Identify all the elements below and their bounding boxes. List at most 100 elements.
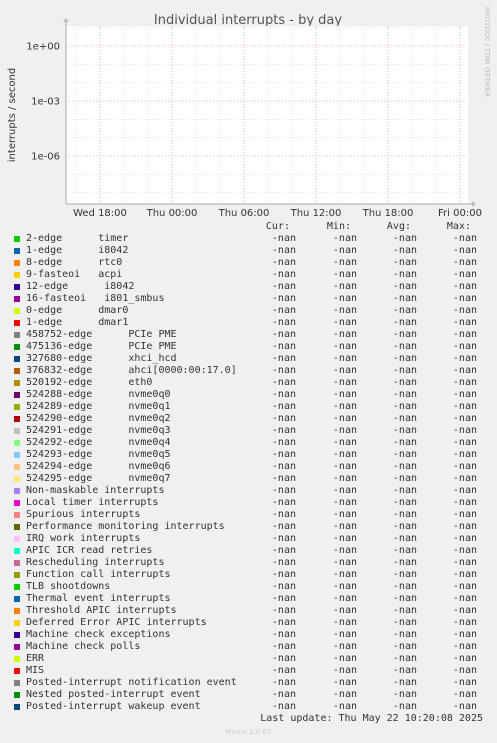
legend-swatch — [14, 548, 20, 554]
legend-row: Nested posted-interrupt event -nan -nan -na… — [0, 689, 497, 701]
x-tick-label: Thu 00:00 — [146, 208, 198, 219]
legend-series-name: 524293-edge nvme0q5 — [26, 449, 171, 460]
legend-row: Thermal event interrupts -nan -nan -nan -nan — [0, 593, 497, 605]
legend-row: TLB shootdowns -nan -nan -nan -nan — [0, 581, 497, 593]
legend-cur-value: -nan — [271, 701, 296, 712]
legend-min-value: -nan — [332, 653, 357, 664]
legend-cur-value: -nan — [271, 461, 296, 472]
legend-min-value: -nan — [332, 677, 357, 688]
legend-cur-value: -nan — [271, 509, 296, 520]
legend-max-value: -nan — [452, 353, 477, 364]
legend-max-value: -nan — [452, 449, 477, 460]
legend-series-name: Local timer interrupts — [26, 497, 159, 508]
legend-avg-value: -nan — [392, 677, 417, 688]
legend-swatch — [14, 428, 20, 434]
legend-max-value: -nan — [452, 329, 477, 340]
legend-series-name: 524295-edge nvme0q7 — [26, 473, 171, 484]
legend-max-value: -nan — [452, 461, 477, 472]
legend-cur-value: -nan — [271, 497, 296, 508]
y-tick-label: 1e-06 — [31, 152, 60, 163]
legend-max-value: -nan — [452, 305, 477, 316]
legend-min-value: -nan — [332, 449, 357, 460]
x-tick-label: Fri 00:00 — [438, 208, 482, 219]
header-cur: Cur: — [265, 221, 290, 232]
legend-max-value: -nan — [452, 653, 477, 664]
legend-swatch — [14, 680, 20, 686]
legend-max-value: -nan — [452, 629, 477, 640]
legend-series-name: Function call interrupts — [26, 569, 171, 580]
legend-series-name: 524289-edge nvme0q1 — [26, 401, 171, 412]
legend-max-value: -nan — [452, 233, 477, 244]
legend-row: 376832-edge ahci[0000:00:17.0] -nan -nan -n… — [0, 365, 497, 377]
legend-min-value: -nan — [332, 605, 357, 616]
legend-row: Non-maskable interrupts -nan -nan -nan -nan — [0, 485, 497, 497]
header-max: Max: — [446, 221, 471, 232]
legend-min-value: -nan — [332, 401, 357, 412]
legend-series-name: 520192-edge eth0 — [26, 377, 153, 388]
legend-avg-value: -nan — [392, 701, 417, 712]
legend-max-value: -nan — [452, 473, 477, 484]
legend-min-value: -nan — [332, 641, 357, 652]
x-tick-label: Thu 18:00 — [362, 208, 414, 219]
legend-max-value: -nan — [452, 509, 477, 520]
legend-cur-value: -nan — [271, 533, 296, 544]
legend-min-value: -nan — [332, 257, 357, 268]
legend-swatch — [14, 380, 20, 386]
legend-cur-value: -nan — [271, 377, 296, 388]
legend-max-value: -nan — [452, 377, 477, 388]
legend-swatch — [14, 476, 20, 482]
legend-series-name: 524288-edge nvme0q0 — [26, 389, 171, 400]
legend-row: Performance monitoring interrupts -nan -na… — [0, 521, 497, 533]
legend-row: 327680-edge xhci_hcd -nan -nan -nan -nan — [0, 353, 497, 365]
legend-cur-value: -nan — [271, 665, 296, 676]
legend-swatch — [14, 356, 20, 362]
legend-avg-value: -nan — [392, 545, 417, 556]
legend-min-value: -nan — [332, 617, 357, 628]
legend-row: 9-fasteoi acpi -nan -nan -nan -nan — [0, 269, 497, 281]
munin-version: Munin 2.0.67 — [225, 728, 272, 736]
legend-cur-value: -nan — [271, 569, 296, 580]
legend-max-value: -nan — [452, 389, 477, 400]
legend-min-value: -nan — [332, 533, 357, 544]
legend-series-name: 524292-edge nvme0q4 — [26, 437, 171, 448]
legend-max-value: -nan — [452, 665, 477, 676]
legend-swatch — [14, 596, 20, 602]
legend-row: APIC ICR read retries -nan -nan -nan -nan — [0, 545, 497, 557]
legend-swatch — [14, 368, 20, 374]
legend-min-value: -nan — [332, 269, 357, 280]
legend-cur-value: -nan — [271, 593, 296, 604]
legend-series-name: Posted-interrupt wakeup event — [26, 701, 201, 712]
legend-row: Machine check exceptions -nan -nan -nan -nan — [0, 629, 497, 641]
legend-max-value: -nan — [452, 269, 477, 280]
legend-min-value: -nan — [332, 689, 357, 700]
legend-swatch — [14, 500, 20, 506]
header-min: Min: — [326, 221, 351, 232]
legend-swatch — [14, 332, 20, 338]
legend-swatch — [14, 464, 20, 470]
legend-row: 520192-edge eth0 -nan -nan -nan -nan — [0, 377, 497, 389]
legend-swatch — [14, 572, 20, 578]
legend-swatch — [14, 296, 20, 302]
legend-series-name: 0-edge dmar0 — [26, 305, 129, 316]
legend-min-value: -nan — [332, 437, 357, 448]
legend-min-value: -nan — [332, 701, 357, 712]
legend-row: Posted-interrupt wakeup event -nan -nan -na… — [0, 701, 497, 713]
legend-cur-value: -nan — [271, 617, 296, 628]
legend-series-name: 9-fasteoi acpi — [26, 269, 123, 280]
legend-swatch — [14, 440, 20, 446]
legend-min-value: -nan — [332, 281, 357, 292]
legend-max-value: -nan — [452, 257, 477, 268]
legend-row: Spurious interrupts -nan -nan -nan -nan — [0, 509, 497, 521]
legend-max-value: -nan — [452, 245, 477, 256]
legend-row: Local timer interrupts -nan -nan -nan -nan — [0, 497, 497, 509]
chart: Individual interrupts - by day interrupt… — [7, 7, 491, 219]
legend-series-name: Rescheduling interrupts — [26, 557, 165, 568]
legend-cur-value: -nan — [271, 473, 296, 484]
legend-max-value: -nan — [452, 641, 477, 652]
legend-max-value: -nan — [452, 317, 477, 328]
legend-max-value: -nan — [452, 569, 477, 580]
legend-avg-value: -nan — [392, 689, 417, 700]
legend-max-value: -nan — [452, 413, 477, 424]
legend-avg-value: -nan — [392, 485, 417, 496]
legend-avg-value: -nan — [392, 605, 417, 616]
